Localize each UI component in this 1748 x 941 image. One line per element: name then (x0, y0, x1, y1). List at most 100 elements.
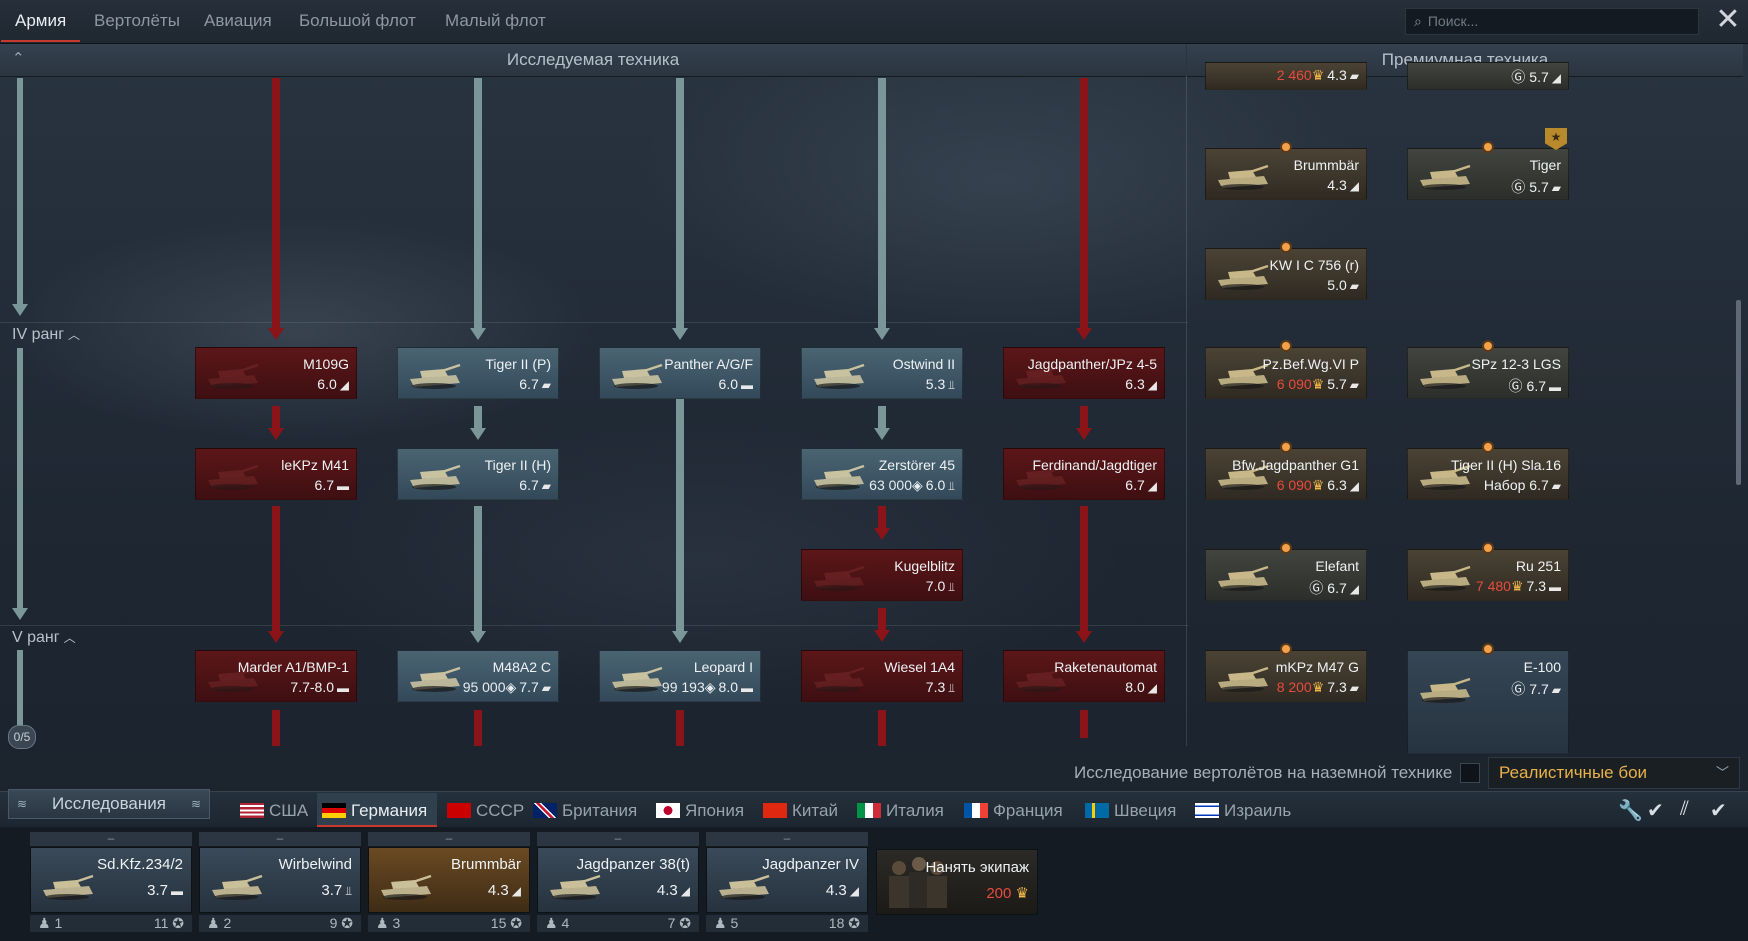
nation-tab[interactable]: Япония (656, 801, 744, 821)
nation-tab[interactable]: Британия (533, 801, 637, 821)
research-cost: 99 193◈ (661, 679, 716, 695)
td-role-icon: ◢ (1551, 71, 1561, 85)
nation-tab[interactable]: Франция (964, 801, 1063, 821)
crew-slot-vehicle[interactable]: Brummbär 4.3 ◢ (368, 847, 530, 913)
crew-slot[interactable]: – Wirbelwind 3.7 ⫫ ♟ 2 9 ✪ (199, 832, 361, 936)
premium-vehicle-card[interactable]: Bfw.Jagdpanther G1 6 090♛ 6.3 ◢ (1205, 448, 1367, 500)
premium-vehicle-card[interactable]: Brummbär 4.3 ◢ (1205, 148, 1367, 200)
vehicle-name: Marder A1/BMP-1 (237, 659, 349, 675)
hire-crew-button[interactable]: Нанять экипаж 200 ♛ (876, 849, 1038, 915)
td-role-icon: ◢ (1147, 479, 1157, 493)
battle-rating: 5.7 (1529, 69, 1549, 85)
vehicle-stats: Набор 6.7 ▰ (1484, 477, 1561, 493)
battle-rating: 6.3 (1125, 376, 1145, 392)
flag-icon (964, 803, 988, 818)
crew-level: 18 ✪ (828, 915, 860, 931)
close-icon[interactable]: ✕ (1713, 5, 1743, 35)
vehicle-card[interactable]: Marder A1/BMP-1 7.7-8.0 ▬ (195, 650, 357, 702)
scrollbar[interactable] (1736, 300, 1741, 485)
premium-vehicle-card[interactable]: Ru 251 7 480♛ 7.3 ▬ (1407, 549, 1569, 601)
vehicle-card[interactable]: Wiesel 1A4 7.3 ⫫ (801, 650, 963, 702)
vehicle-name: M109G (303, 356, 349, 372)
tank-icon (208, 464, 259, 490)
premium-vehicle-card[interactable]: mKPz M47 G 8 200♛ 7.3 ▰ (1205, 650, 1367, 702)
arrow-down (268, 428, 284, 440)
nation-tab[interactable]: Германия (322, 801, 427, 821)
tab-bluewater-fleet[interactable]: Большой флот (299, 0, 416, 42)
arrow-down (268, 631, 284, 643)
vehicle-card[interactable]: M48A2 C 95 000◈ 7.7 ▰ (397, 650, 559, 702)
wrench-icon[interactable]: 🔧 (1618, 798, 1643, 823)
crew-slot[interactable]: – Sd.Kfz.234/2 3.7 ▬ ♟ 1 11 ✪ (30, 832, 192, 936)
research-button[interactable]: ≋ Исследования ≋ (8, 789, 210, 819)
vehicle-name: leKPz M41 (281, 457, 349, 473)
nation-tab[interactable]: Швеция (1085, 801, 1176, 821)
battle-rating: 7.7 (519, 679, 539, 695)
crew-slot[interactable]: – Brummbär 4.3 ◢ ♟ 3 15 ✪ (368, 832, 530, 936)
crew-slot-vehicle[interactable]: Jagdpanzer 38(t) 4.3 ◢ (537, 847, 699, 913)
battle-rating: 5.7 (1327, 376, 1347, 392)
event-badge-icon (1482, 141, 1494, 153)
vehicle-card[interactable]: Tiger II (H) 6.7 ▰ (397, 448, 559, 500)
tab-aviation[interactable]: Авиация (204, 0, 272, 42)
vehicle-name: Pz.Bef.Wg.VI P (1262, 356, 1359, 372)
nation-tab[interactable]: Китай (763, 801, 838, 821)
premium-vehicle-card[interactable]: SPz 12-3 LGS Ⓖ 6.7 ▬ (1407, 347, 1569, 399)
premium-vehicle-card[interactable]: Tiger II (H) Sla.16 Набор 6.7 ▰ (1407, 448, 1569, 500)
search-input[interactable]: ⌕ Поиск... (1405, 8, 1699, 35)
vehicle-card[interactable]: Ferdinand/Jagdtiger 6.7 ◢ (1003, 448, 1165, 500)
arrow-down (1076, 428, 1092, 440)
tab-coastal-fleet[interactable]: Малый флот (445, 0, 546, 42)
connector-line (474, 406, 482, 430)
collapse-up-icon[interactable]: ⌃ (12, 50, 30, 68)
crew-slot-footer: ♟ 2 9 ✪ (199, 915, 361, 932)
vehicle-card[interactable]: Leopard I 99 193◈ 8.0 ▬ (599, 650, 761, 702)
battle-rating: 4.3 (825, 882, 847, 899)
arrow-down (470, 631, 486, 643)
vehicle-card[interactable]: Ostwind II 5.3 ⫫ (801, 347, 963, 399)
tank-icon (1218, 666, 1269, 692)
rank-divider-5 (0, 625, 1188, 626)
crew-slot-vehicle[interactable]: Sd.Kfz.234/2 3.7 ▬ (30, 847, 192, 913)
vehicle-name: Jagdpanzer IV (762, 856, 859, 873)
crew-slot-vehicle[interactable]: Jagdpanzer IV 4.3 ◢ (706, 847, 868, 913)
heli-research-checkbox[interactable] (1460, 763, 1480, 783)
premium-vehicle-card[interactable]: Pz.Bef.Wg.VI P 6 090♛ 5.7 ▰ (1205, 347, 1367, 399)
premium-vehicle-card[interactable]: 2 460♛ 4.3 ▰ (1205, 62, 1367, 90)
vehicle-card[interactable]: Zerstörer 45 63 000◈ 6.0 ⫫ (801, 448, 963, 500)
rank-label-4[interactable]: IV ранг ︿ (12, 326, 80, 344)
nation-tab[interactable]: Израиль (1195, 801, 1291, 821)
vehicle-card[interactable]: Kugelblitz 7.0 ⫫ (801, 549, 963, 601)
multi-repair-icon[interactable]: ⫽ (1680, 798, 1689, 821)
vehicle-name: Bfw.Jagdpanther G1 (1232, 457, 1359, 473)
arrow-down (874, 328, 890, 340)
premium-vehicle-card[interactable]: Tiger Ⓖ 5.7 ▰ (1407, 148, 1569, 200)
spaa-role-icon: ⫫ (948, 580, 955, 594)
crew-slot[interactable]: – Jagdpanzer 38(t) 4.3 ◢ ♟ 4 7 ✪ (537, 832, 699, 936)
tab-helicopters[interactable]: Вертолёты (94, 0, 180, 42)
rank-label-5[interactable]: V ранг ︿ (12, 629, 76, 647)
premium-vehicle-card[interactable]: E-100 Ⓖ 7.7 ▰ (1407, 650, 1569, 754)
premium-vehicle-card[interactable]: Ⓖ 5.7 ◢ (1407, 62, 1569, 90)
nation-tab[interactable]: СССР (447, 801, 524, 821)
premium-vehicle-card[interactable]: Elefant Ⓖ 6.7 ◢ (1205, 549, 1367, 601)
tab-army[interactable]: Армия (0, 0, 81, 42)
vehicle-card[interactable]: leKPz M41 6.7 ▬ (195, 448, 357, 500)
premium-icon: Ⓖ (1508, 378, 1523, 394)
vehicle-card[interactable]: Tiger II (P) 6.7 ▰ (397, 347, 559, 399)
vehicle-card[interactable]: Panther A/G/F 6.0 ▬ (599, 347, 761, 399)
nation-tab[interactable]: США (240, 801, 308, 821)
vehicle-card[interactable]: M109G 6.0 ◢ (195, 347, 357, 399)
flag-icon (1085, 803, 1109, 818)
vehicle-name: Zerstörer 45 (878, 457, 955, 473)
checkmark-icon[interactable]: ✔ (1710, 798, 1727, 823)
crew-slot[interactable]: – Jagdpanzer IV 4.3 ◢ ♟ 5 18 ✪ (706, 832, 868, 936)
golden-eagle-icon: ♛ (1311, 477, 1325, 493)
premium-vehicle-card[interactable]: KW I C 756 (r) 5.0 ▰ (1205, 248, 1367, 300)
vehicle-card[interactable]: Jagdpanther/JPz 4-5 6.3 ◢ (1003, 347, 1165, 399)
battle-mode-select[interactable]: Реалистичные бои ﹀ (1488, 757, 1740, 789)
vehicle-card[interactable]: Raketenautomat 8.0 ◢ (1003, 650, 1165, 702)
checkmark-icon[interactable]: ✔ (1647, 798, 1664, 823)
nation-tab[interactable]: Италия (857, 801, 944, 821)
crew-slot-vehicle[interactable]: Wirbelwind 3.7 ⫫ (199, 847, 361, 913)
